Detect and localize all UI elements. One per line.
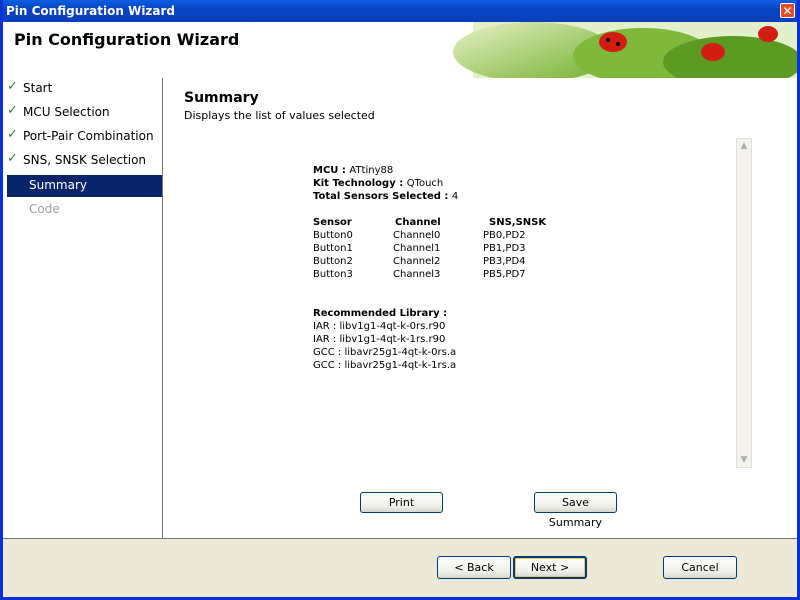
table-row: Button2 Channel2 PB3,PD4 xyxy=(313,255,613,268)
checkmark-icon: ✓ xyxy=(7,103,18,118)
step-code: Code xyxy=(3,199,162,221)
step-label: Start xyxy=(23,81,53,95)
step-summary[interactable]: Summary xyxy=(7,175,162,197)
scroll-down-icon[interactable]: ▼ xyxy=(737,453,751,467)
step-port-pair[interactable]: ✓ Port-Pair Combination xyxy=(3,126,162,148)
mcu-label: MCU : xyxy=(313,165,350,176)
window-title: Pin Configuration Wizard xyxy=(6,4,176,18)
kit-label: Kit Technology : xyxy=(313,178,407,189)
page-subtitle: Displays the list of values selected xyxy=(184,109,375,122)
library-item: IAR : libv1g1-4qt-k-0rs.r90 xyxy=(313,321,446,332)
cell: Channel3 xyxy=(393,269,441,280)
cancel-button[interactable]: Cancel xyxy=(663,556,737,579)
library-label: Recommended Library : xyxy=(313,308,448,319)
checkmark-icon: ✓ xyxy=(7,151,18,166)
column-header: Sensor xyxy=(313,217,352,228)
summary-panel: Summary Displays the list of values sele… xyxy=(163,78,797,539)
cell: Button3 xyxy=(313,269,353,280)
sensors-value: 4 xyxy=(451,191,459,202)
checkmark-icon: ✓ xyxy=(7,79,18,94)
cell: Channel1 xyxy=(393,243,441,254)
cell: PB0,PD2 xyxy=(483,230,526,241)
step-label: Port-Pair Combination xyxy=(23,129,154,143)
step-label: MCU Selection xyxy=(23,105,110,119)
back-button[interactable]: < Back xyxy=(437,556,511,579)
table-row: Button1 Channel1 PB1,PD3 xyxy=(313,242,613,255)
scroll-up-icon[interactable]: ▲ xyxy=(737,139,751,153)
title-bar[interactable]: Pin Configuration Wizard ✕ xyxy=(3,0,797,22)
step-mcu-selection[interactable]: ✓ MCU Selection xyxy=(3,102,162,124)
table-header: Sensor Channel SNS,SNSK xyxy=(313,216,613,229)
summary-text: MCU : ATtiny88 Kit Technology : QTouch T… xyxy=(313,164,613,372)
mcu-value: ATtiny88 xyxy=(349,165,394,176)
page-title: Summary xyxy=(184,90,259,106)
cell: PB3,PD4 xyxy=(483,256,526,267)
sensor-table: Sensor Channel SNS,SNSK Button0 Channel0… xyxy=(313,216,613,281)
next-button[interactable]: Next > xyxy=(513,556,587,579)
cell: Button2 xyxy=(313,256,353,267)
checkmark-icon: ✓ xyxy=(7,127,18,142)
step-label: Code xyxy=(29,202,60,216)
column-header: SNS,SNSK xyxy=(489,217,547,228)
close-icon[interactable]: ✕ xyxy=(780,3,795,18)
header-title: Pin Configuration Wizard xyxy=(14,30,240,49)
kit-value: QTouch xyxy=(406,178,444,189)
summary-scrollbar[interactable]: ▲ ▼ xyxy=(736,138,752,468)
ladybug-banner-image xyxy=(413,22,797,78)
save-summary-button[interactable]: Save Summary xyxy=(534,492,617,529)
cell: PB5,PD7 xyxy=(483,269,526,280)
library-item: GCC : libavr25g1-4qt-k-1rs.a xyxy=(313,360,457,371)
step-sns-snsk[interactable]: ✓ SNS, SNSK Selection xyxy=(3,150,162,172)
cell: PB1,PD3 xyxy=(483,243,526,254)
sensors-label: Total Sensors Selected : xyxy=(313,191,452,202)
step-label: Summary xyxy=(29,178,87,192)
library-item: GCC : libavr25g1-4qt-k-0rs.a xyxy=(313,347,457,358)
wizard-window: Pin Configuration Wizard ✕ Pin Configura… xyxy=(0,0,800,600)
cell: Channel2 xyxy=(393,256,441,267)
cell: Button0 xyxy=(313,230,353,241)
library-item: IAR : libv1g1-4qt-k-1rs.r90 xyxy=(313,334,446,345)
cell: Button1 xyxy=(313,243,353,254)
table-row: Button3 Channel3 PB5,PD7 xyxy=(313,268,613,281)
column-header: Channel xyxy=(395,217,441,228)
print-button[interactable]: Print xyxy=(360,492,443,513)
wizard-header: Pin Configuration Wizard xyxy=(3,22,797,79)
step-label: SNS, SNSK Selection xyxy=(23,153,147,167)
table-row: Button0 Channel0 PB0,PD2 xyxy=(313,229,613,242)
wizard-steps-sidebar: ✓ Start ✓ MCU Selection ✓ Port-Pair Comb… xyxy=(3,78,163,539)
step-start[interactable]: ✓ Start xyxy=(3,78,162,100)
cell: Channel0 xyxy=(393,230,441,241)
